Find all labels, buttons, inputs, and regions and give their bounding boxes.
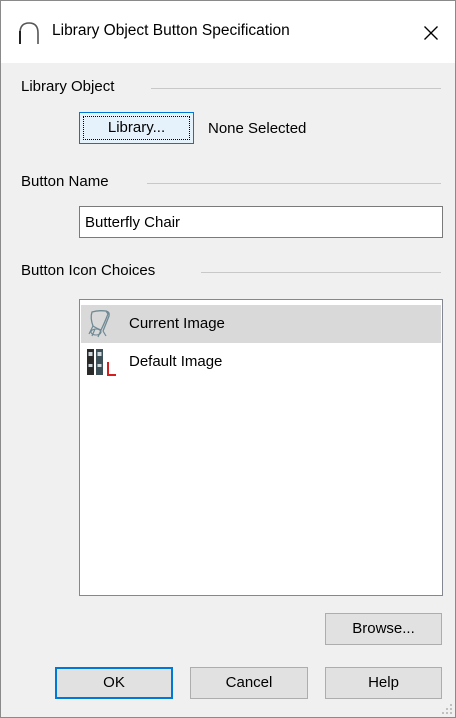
- help-button-label: Help: [368, 674, 399, 691]
- button-name-divider: [147, 183, 441, 184]
- resize-grip-icon[interactable]: [441, 703, 453, 715]
- list-item-default-image[interactable]: Default Image: [81, 343, 441, 381]
- close-button[interactable]: [411, 13, 451, 53]
- library-object-group-label: Library Object: [21, 78, 123, 95]
- help-button[interactable]: Help: [325, 667, 442, 699]
- browse-button-label: Browse...: [352, 620, 415, 637]
- button-name-input[interactable]: [79, 206, 443, 238]
- dialog-window: Library Object Button Specification Libr…: [0, 0, 456, 718]
- button-name-group-label: Button Name: [21, 173, 117, 190]
- library-books-icon: [87, 349, 116, 376]
- library-selection-status: None Selected: [208, 120, 307, 137]
- library-button[interactable]: Library...: [79, 112, 194, 144]
- ok-button[interactable]: OK: [55, 667, 173, 699]
- title-bar: Library Object Button Specification: [1, 1, 455, 63]
- library-button-label: Library...: [107, 119, 166, 136]
- butterfly-chair-icon: [88, 310, 110, 338]
- ok-button-label: OK: [103, 674, 125, 691]
- list-item-label: Current Image: [129, 315, 225, 332]
- browse-button[interactable]: Browse...: [325, 613, 442, 645]
- icon-choices-divider: [201, 272, 441, 273]
- arch-icon: [19, 22, 39, 44]
- close-icon: [424, 26, 438, 40]
- cancel-button-label: Cancel: [225, 674, 273, 691]
- cancel-button[interactable]: Cancel: [190, 667, 308, 699]
- window-title: Library Object Button Specification: [52, 22, 290, 39]
- list-item-label: Default Image: [129, 353, 223, 370]
- icon-choices-group-label: Button Icon Choices: [21, 262, 164, 279]
- icon-choices-list[interactable]: Current Image Default Image: [79, 299, 443, 596]
- library-object-divider: [151, 88, 441, 89]
- list-item-current-image[interactable]: Current Image: [81, 305, 441, 343]
